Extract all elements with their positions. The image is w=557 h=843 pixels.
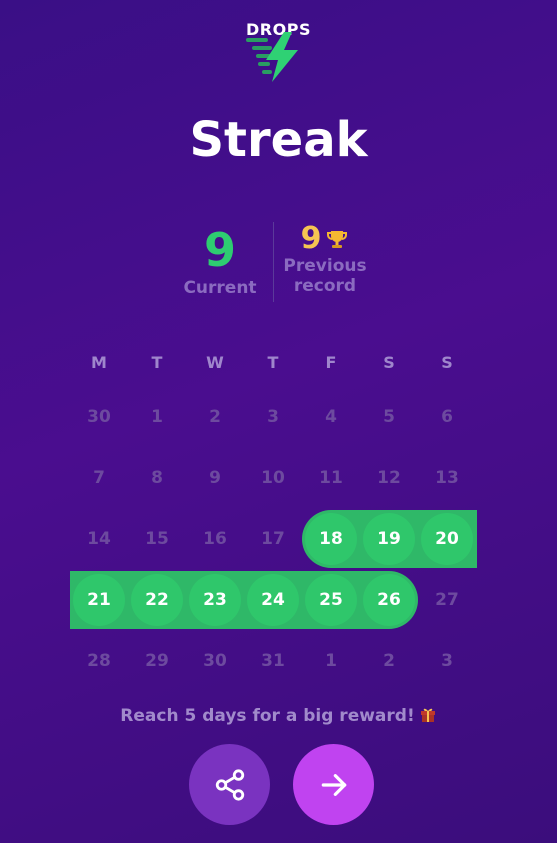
weekday-header: W bbox=[206, 353, 224, 372]
weekday-header: M bbox=[91, 353, 107, 372]
arrow-right-icon bbox=[321, 773, 346, 796]
calendar-day: 4 bbox=[325, 407, 337, 427]
weekday-header: T bbox=[151, 353, 163, 372]
weekday-header: S bbox=[441, 353, 453, 372]
calendar-day: 27 bbox=[435, 590, 459, 610]
calendar-day: 6 bbox=[441, 407, 453, 427]
calendar-day: 7 bbox=[93, 468, 105, 488]
calendar-day: 3 bbox=[267, 407, 279, 427]
calendar-day: 11 bbox=[319, 468, 343, 488]
weekday-header: S bbox=[383, 353, 395, 372]
calendar-day-streak: 26 bbox=[363, 574, 415, 626]
weekday-header: F bbox=[325, 353, 337, 372]
share-icon bbox=[215, 768, 244, 801]
calendar-day-streak: 18 bbox=[305, 513, 357, 565]
calendar-day: 29 bbox=[145, 651, 169, 671]
calendar-day-streak: 25 bbox=[305, 574, 357, 626]
reward-text: Reach 5 days for a big reward! bbox=[120, 706, 415, 726]
calendar-day-streak: 23 bbox=[189, 574, 241, 626]
calendar-day-streak: 20 bbox=[421, 513, 473, 565]
calendar-day-streak: 24 bbox=[247, 574, 299, 626]
reward-message: Reach 5 days for a big reward! bbox=[0, 705, 557, 726]
calendar-day-streak: 21 bbox=[73, 574, 125, 626]
calendar-day: 16 bbox=[203, 529, 227, 549]
continue-button[interactable] bbox=[293, 744, 374, 825]
calendar-day: 28 bbox=[87, 651, 111, 671]
calendar-day: 17 bbox=[261, 529, 285, 549]
calendar-day: 10 bbox=[261, 468, 285, 488]
calendar-day-streak: 19 bbox=[363, 513, 415, 565]
calendar-day: 13 bbox=[435, 468, 459, 488]
calendar-day: 8 bbox=[151, 468, 163, 488]
calendar-day: 3 bbox=[441, 651, 453, 671]
calendar-day: 1 bbox=[325, 651, 337, 671]
streak-calendar: M T W T F S S 30 1 2 3 4 5 6 7 8 9 10 11 12 13 14 15 16 17 18 19 20… bbox=[0, 0, 557, 700]
calendar-day: 14 bbox=[87, 529, 111, 549]
calendar-day-streak: 22 bbox=[131, 574, 183, 626]
calendar-day: 1 bbox=[151, 407, 163, 427]
calendar-day: 30 bbox=[87, 407, 111, 427]
calendar-day: 30 bbox=[203, 651, 227, 671]
calendar-day: 12 bbox=[377, 468, 401, 488]
gift-icon bbox=[420, 708, 435, 722]
weekday-header: T bbox=[267, 353, 279, 372]
calendar-day: 2 bbox=[209, 407, 221, 427]
share-button[interactable] bbox=[189, 744, 270, 825]
calendar-day: 31 bbox=[261, 651, 285, 671]
calendar-day: 2 bbox=[383, 651, 395, 671]
calendar-day: 9 bbox=[209, 468, 221, 488]
calendar-day: 15 bbox=[145, 529, 169, 549]
calendar-day: 5 bbox=[383, 407, 395, 427]
